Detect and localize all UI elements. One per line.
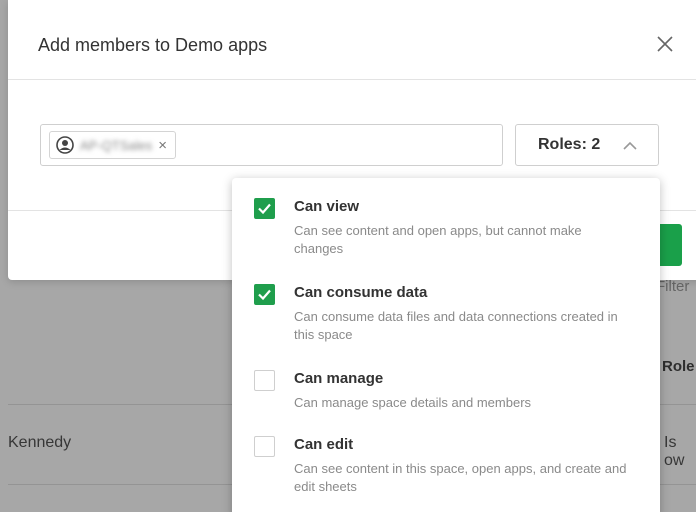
member-search-input[interactable]: AP-QTSales × — [40, 124, 503, 166]
chevron-up-icon — [623, 141, 637, 150]
close-button[interactable] — [653, 32, 677, 56]
member-chip: AP-QTSales × — [49, 131, 177, 159]
role-option-title: Can edit — [294, 436, 354, 453]
role-option-title: Can consume data — [294, 284, 428, 301]
checkbox-can-consume-data[interactable] — [254, 284, 275, 305]
checkmark-icon — [258, 203, 271, 215]
checkbox-can-view[interactable] — [254, 198, 275, 219]
role-option-description: Can manage space details and members — [294, 395, 532, 410]
close-icon — [657, 36, 673, 52]
role-option-can-edit[interactable]: Can edit Can see content in this space, … — [232, 434, 660, 504]
role-option-can-manage[interactable]: Can manage Can manage space details and … — [232, 368, 660, 418]
remove-chip-button[interactable]: × — [158, 138, 167, 153]
roles-dropdown-label: Roles: 2 — [538, 136, 601, 153]
checkmark-icon — [258, 289, 271, 301]
roles-dropdown-button[interactable]: Roles: 2 — [515, 124, 659, 166]
role-option-description: Can see content in this space, open apps… — [294, 461, 627, 494]
user-group-icon — [56, 136, 74, 154]
role-option-description: Can consume data files and data connecti… — [294, 309, 618, 342]
role-option-title: Can view — [294, 198, 360, 215]
roles-dropdown-menu: Can view Can see content and open apps, … — [232, 178, 660, 512]
role-option-can-consume-data[interactable]: Can consume data Can consume data files … — [232, 282, 660, 352]
dialog-title: Add members to Demo apps — [38, 35, 268, 55]
role-option-can-view[interactable]: Can view Can see content and open apps, … — [232, 196, 660, 266]
role-option-description: Can see content and open apps, but canno… — [294, 223, 582, 256]
checkbox-can-manage[interactable] — [254, 370, 275, 391]
member-chip-label: AP-QTSales — [80, 137, 153, 153]
dialog-header: Add members to Demo apps — [8, 0, 696, 80]
checkbox-can-edit[interactable] — [254, 436, 275, 457]
role-option-title: Can manage — [294, 370, 384, 387]
